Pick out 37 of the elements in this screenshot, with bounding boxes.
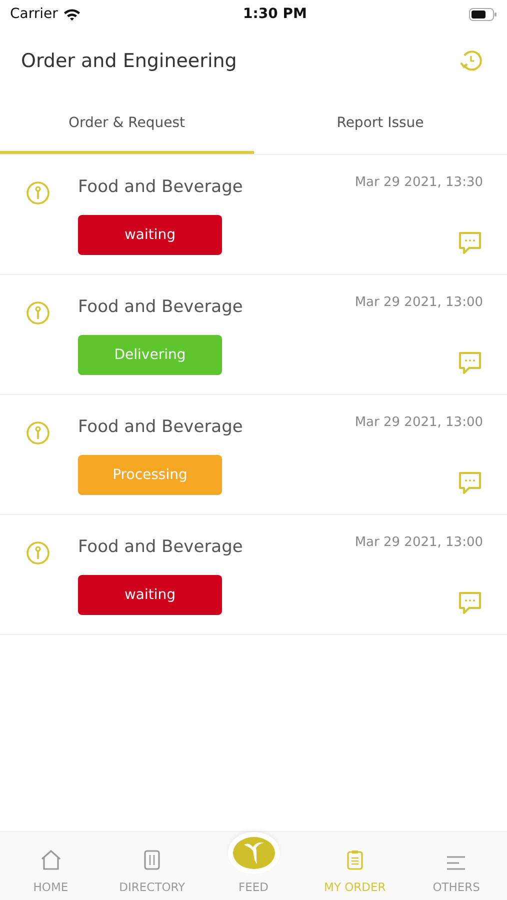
nav-label: FEED bbox=[238, 880, 269, 894]
order-time: Mar 29 2021, 13:00 bbox=[354, 415, 483, 430]
battery-icon bbox=[469, 8, 497, 20]
tab[interactable]: Order & Request bbox=[0, 95, 254, 154]
info-icon bbox=[26, 421, 50, 445]
nav-tab[interactable]: DIRECTORY bbox=[101, 832, 203, 900]
status-time: 1:30 PM bbox=[243, 6, 307, 22]
chat-icon[interactable] bbox=[457, 470, 483, 496]
wifi-icon bbox=[62, 8, 81, 20]
chat-icon[interactable] bbox=[457, 590, 483, 616]
menu-icon bbox=[446, 856, 466, 870]
home-icon bbox=[40, 850, 62, 870]
order-time: Mar 29 2021, 13:30 bbox=[354, 175, 483, 190]
tab[interactable]: Report Issue bbox=[254, 95, 507, 154]
clipboard-icon bbox=[346, 850, 363, 870]
history-icon[interactable] bbox=[459, 49, 483, 73]
info-icon bbox=[26, 301, 50, 325]
status-badge: waiting bbox=[78, 575, 222, 615]
nav-tab[interactable]: OTHERS bbox=[406, 832, 507, 900]
carrier-name: Carrier bbox=[10, 6, 58, 22]
book-icon bbox=[144, 850, 160, 870]
order-title: Food and Beverage bbox=[78, 177, 244, 197]
status-badge: Processing bbox=[78, 455, 222, 495]
order-time: Mar 29 2021, 13:00 bbox=[354, 535, 483, 550]
order-title: Food and Beverage bbox=[78, 297, 244, 317]
status-badge: Delivering bbox=[78, 335, 222, 375]
order-title: Food and Beverage bbox=[78, 417, 244, 437]
page-title: Order and Engineering bbox=[21, 50, 237, 72]
chat-icon[interactable] bbox=[457, 350, 483, 376]
order-time: Mar 29 2021, 13:00 bbox=[354, 295, 483, 310]
status-badge: waiting bbox=[78, 215, 222, 255]
info-icon bbox=[26, 541, 50, 565]
nav-tab[interactable]: HOME bbox=[0, 832, 102, 900]
order-title: Food and Beverage bbox=[78, 537, 244, 557]
info-icon bbox=[26, 181, 50, 205]
nav-tab[interactable]: MY ORDER bbox=[304, 832, 406, 900]
chat-icon[interactable] bbox=[457, 230, 483, 256]
